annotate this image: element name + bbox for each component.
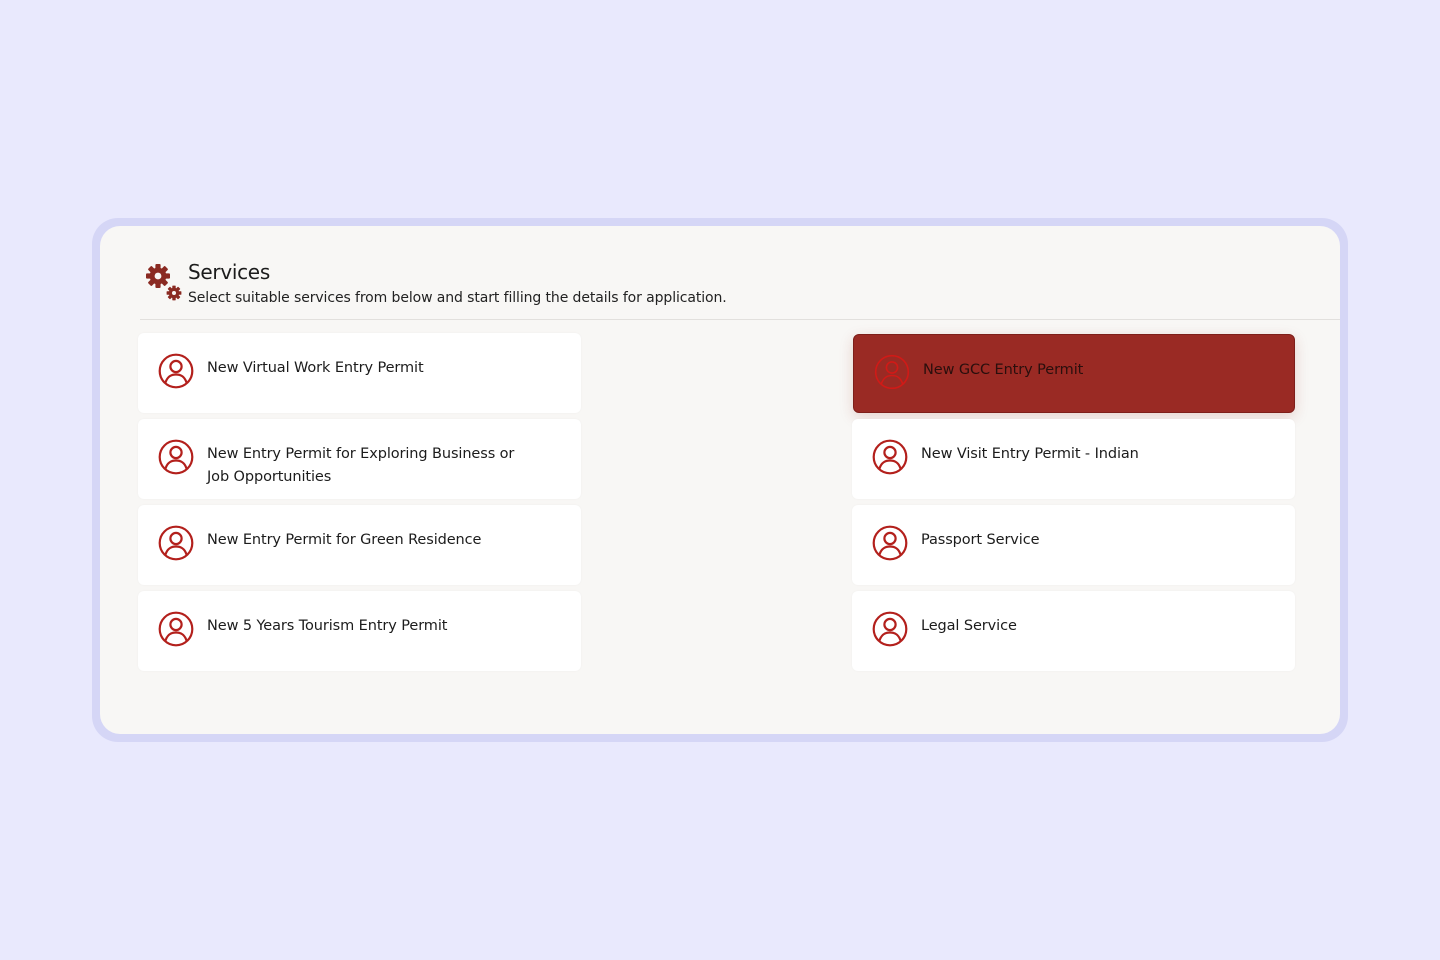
service-card-green-residence[interactable]: New Entry Permit for Green Residence	[138, 505, 581, 585]
page-title: Services	[188, 260, 270, 284]
service-label: New Virtual Work Entry Permit	[207, 360, 424, 376]
service-card-tourism[interactable]: New 5 Years Tourism Entry Permit	[138, 591, 581, 671]
service-card-visit-indian[interactable]: New Visit Entry Permit - Indian	[852, 419, 1295, 499]
page-subtitle: Select suitable services from below and …	[188, 290, 727, 306]
user-circle-icon	[158, 611, 194, 647]
service-label: Passport Service	[921, 532, 1040, 548]
service-label: New Visit Entry Permit - Indian	[921, 446, 1139, 462]
service-card-passport[interactable]: Passport Service	[852, 505, 1295, 585]
service-label: New Entry Permit for Exploring Business …	[207, 446, 515, 485]
service-card-exploring-business[interactable]: New Entry Permit for Exploring Business …	[138, 419, 581, 499]
header-divider	[140, 319, 1340, 320]
user-circle-icon	[874, 354, 910, 390]
user-circle-icon	[158, 353, 194, 389]
service-label: New Entry Permit for Green Residence	[207, 532, 482, 548]
gears-icon	[146, 264, 182, 301]
service-label: Legal Service	[921, 618, 1017, 634]
user-circle-icon	[158, 525, 194, 561]
service-card-gcc[interactable]: New GCC Entry Permit	[853, 334, 1295, 413]
service-card-virtual-work[interactable]: New Virtual Work Entry Permit	[138, 333, 581, 413]
service-card-legal[interactable]: Legal Service	[852, 591, 1295, 671]
user-circle-icon	[872, 525, 908, 561]
service-label: New GCC Entry Permit	[923, 362, 1084, 378]
user-circle-icon	[872, 439, 908, 475]
user-circle-icon	[872, 611, 908, 647]
service-label: New 5 Years Tourism Entry Permit	[207, 618, 448, 634]
user-circle-icon	[158, 439, 194, 475]
